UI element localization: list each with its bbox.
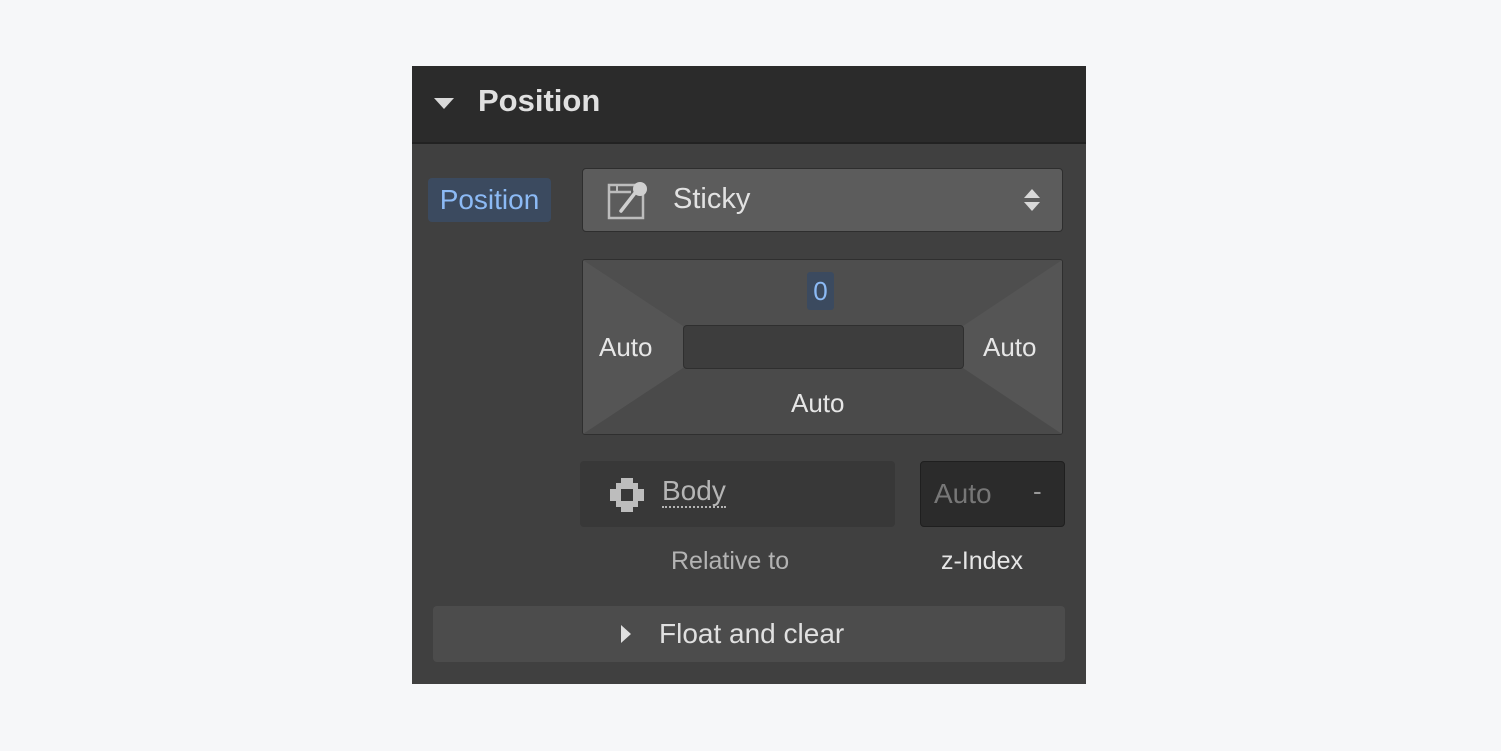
top-offset[interactable]: 0 [807,272,834,310]
position-select-value: Sticky [673,183,751,215]
position-label[interactable]: Position [428,178,551,222]
position-select[interactable]: Sticky [582,168,1063,232]
float-and-clear-section[interactable]: Float and clear [433,606,1065,662]
caret-right-icon [621,625,631,643]
offset-box: 0 Auto Auto Auto [582,259,1063,435]
z-index-label: z-Index [941,547,1023,575]
z-index-placeholder: Auto [934,478,992,509]
z-index-stepper[interactable]: - [1033,476,1042,507]
relative-to-field[interactable]: Body [580,461,895,527]
element-placeholder [683,325,964,369]
caret-down-icon[interactable] [434,98,454,109]
position-panel: Position Position Sticky 0 Auto Auto Aut… [412,66,1086,684]
left-offset[interactable]: Auto [599,332,653,363]
right-offset[interactable]: Auto [983,332,1037,363]
bottom-offset[interactable]: Auto [791,388,845,419]
section-header[interactable]: Position [412,66,1086,144]
section-title: Position [478,83,601,118]
relative-to-label: Relative to [671,547,790,575]
sticky-position-icon [607,181,651,226]
z-index-input[interactable]: Auto - [920,461,1065,527]
select-arrows-icon [1023,188,1041,217]
float-and-clear-title: Float and clear [659,618,845,649]
element-icon [610,478,644,517]
relative-to-value: Body [662,475,726,508]
